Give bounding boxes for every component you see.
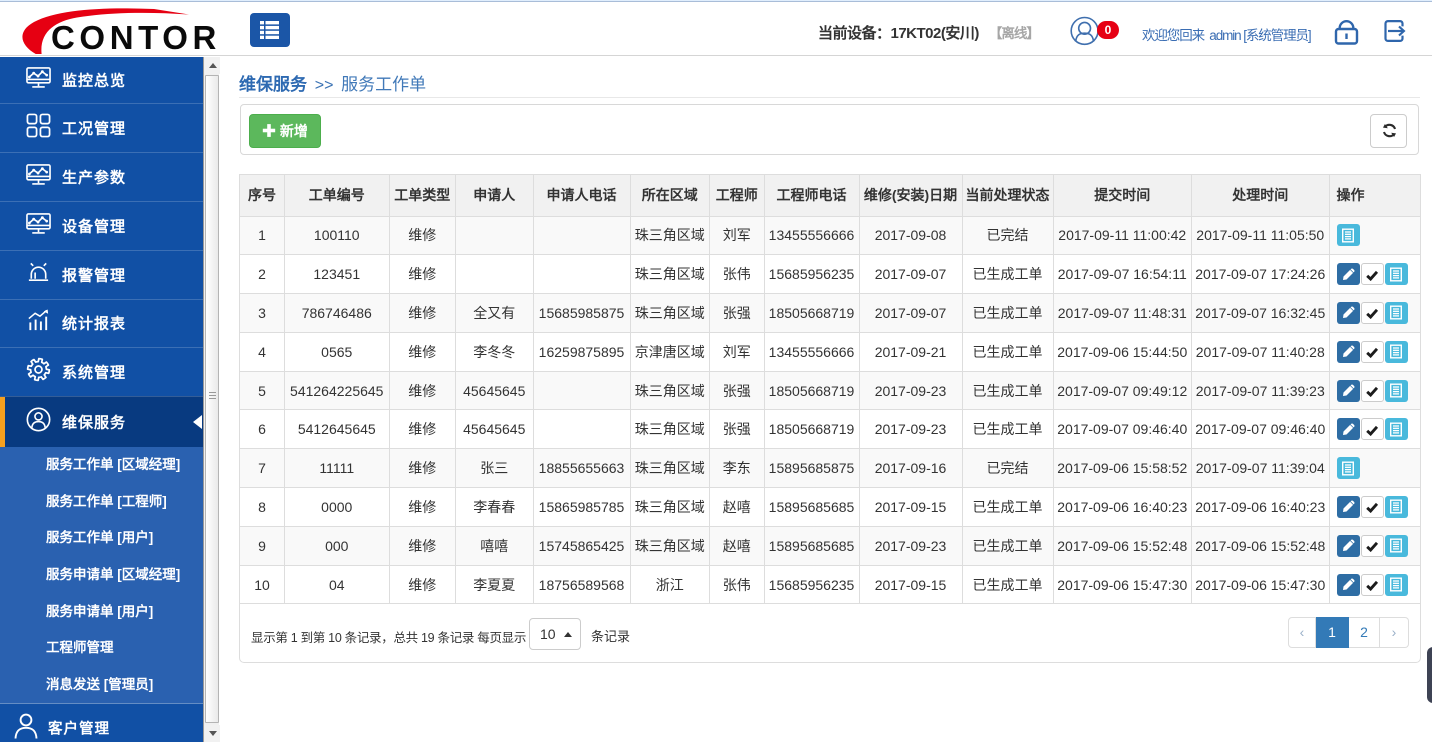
svg-text:CONTOR: CONTOR: [51, 19, 221, 54]
